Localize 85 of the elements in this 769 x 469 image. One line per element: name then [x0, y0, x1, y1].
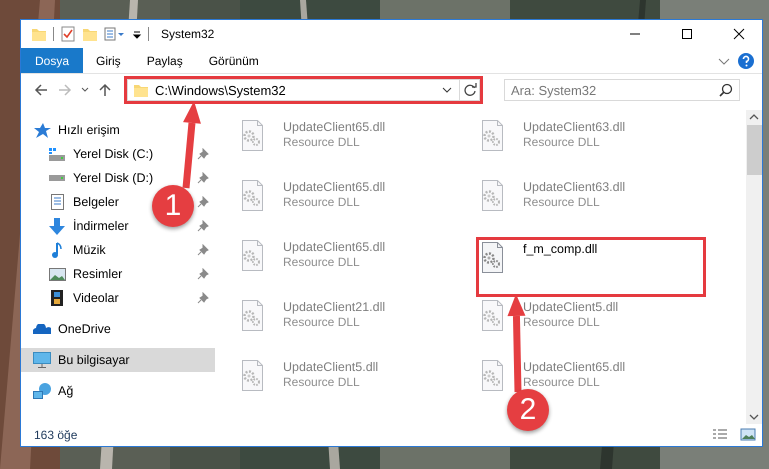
pin-icon[interactable] [197, 172, 209, 184]
ribbon-tab[interactable]: Dosya [21, 48, 84, 73]
star-icon [34, 122, 50, 138]
pin-icon[interactable] [197, 244, 209, 256]
file-name[interactable]: UpdateClient63.dll [523, 180, 626, 195]
file-type: Resource DLL [523, 315, 600, 330]
file-gear-icon[interactable] [242, 240, 263, 271]
item-count: 163 öğe [34, 428, 78, 442]
up-button[interactable] [97, 82, 113, 98]
search-icon[interactable] [719, 83, 733, 97]
forward-button[interactable] [57, 82, 73, 98]
file-type: Resource DLL [523, 195, 600, 210]
download-arrow-icon [49, 218, 65, 234]
folder-icon [133, 82, 149, 98]
pin-icon[interactable] [197, 292, 209, 304]
file-name[interactable]: f_m_comp.dll [523, 242, 598, 257]
maximize-icon [681, 28, 693, 40]
sidebar-item[interactable]: OneDrive [58, 322, 111, 336]
network-icon [33, 383, 51, 399]
file-gear-icon[interactable] [482, 300, 503, 331]
file-name[interactable]: UpdateClient21.dll [283, 300, 386, 315]
scroll-thumb[interactable] [746, 125, 762, 175]
sidebar-item[interactable]: Yerel Disk (C:) [73, 147, 154, 161]
file-name[interactable]: UpdateClient65.dll [523, 360, 626, 375]
file-type: Resource DLL [283, 255, 360, 270]
help-icon[interactable] [738, 52, 754, 68]
sidebar-item[interactable]: Hızlı erişim [58, 123, 120, 137]
file-gear-icon[interactable] [242, 300, 263, 331]
file-type: Resource DLL [523, 135, 600, 150]
file-gear-icon[interactable] [482, 242, 503, 273]
sidebar-item[interactable]: Ağ [58, 384, 74, 398]
address-field[interactable]: C:\Windows\System32 [127, 79, 480, 101]
file-name[interactable]: UpdateClient5.dll [523, 300, 618, 315]
file-name[interactable]: UpdateClient65.dll [283, 240, 386, 255]
file-gear-icon[interactable] [482, 180, 503, 211]
pin-icon[interactable] [197, 268, 209, 280]
sidebar-item[interactable]: Resimler [73, 267, 122, 281]
film-icon [51, 290, 63, 306]
pin-icon[interactable] [197, 196, 209, 208]
document-icon [50, 194, 64, 210]
monitor-icon [33, 352, 51, 368]
file-name[interactable]: UpdateClient65.dll [283, 120, 386, 135]
drive-icon [49, 148, 65, 160]
sidebar-item[interactable]: Müzik [73, 243, 106, 257]
file-gear-icon[interactable] [242, 120, 263, 151]
ribbon-tab[interactable]: Görünüm [196, 48, 272, 73]
scrollbar[interactable] [746, 110, 762, 424]
file-gear-icon[interactable] [242, 360, 263, 391]
file-name[interactable]: UpdateClient5.dll [283, 360, 378, 375]
ribbon-tab[interactable]: Paylaş [134, 48, 196, 73]
pin-icon[interactable] [197, 148, 209, 160]
refresh-button[interactable] [459, 80, 479, 100]
back-icon [33, 82, 49, 98]
pin-icon[interactable] [197, 220, 209, 232]
file-type: Resource DLL [283, 135, 360, 150]
cloud-icon [33, 324, 51, 334]
image-icon [48, 268, 66, 280]
file-type: Resource DLL [283, 315, 360, 330]
address-path: C:\Windows\System32 [155, 82, 286, 98]
back-button[interactable] [33, 82, 49, 98]
sidebar-item[interactable]: Bu bilgisayar [21, 348, 215, 372]
file-type: Resource DLL [283, 375, 360, 390]
file-type: Resource DLL [523, 375, 600, 390]
refresh-icon [462, 83, 476, 97]
sidebar-item[interactable]: Yerel Disk (D:) [73, 171, 154, 185]
forward-icon [57, 82, 73, 98]
sidebar-item[interactable]: Videolar [73, 291, 119, 305]
ribbon-tab[interactable]: Giriş [83, 48, 134, 73]
file-name[interactable]: UpdateClient63.dll [523, 120, 626, 135]
window-title: System32 [161, 27, 214, 41]
file-gear-icon[interactable] [482, 120, 503, 151]
sidebar-item[interactable]: Belgeler [73, 195, 119, 209]
file-name[interactable]: UpdateClient65.dll [283, 180, 386, 195]
music-note-icon [52, 242, 62, 258]
search-field[interactable]: Ara: System32 [504, 79, 740, 101]
up-icon [97, 82, 113, 98]
close-icon [733, 28, 745, 40]
large-icons-view-icon[interactable] [740, 428, 756, 442]
file-type: Resource DLL [283, 195, 360, 210]
checklist-icon[interactable] [60, 26, 76, 42]
sidebar-item[interactable]: İndirmeler [73, 219, 129, 233]
drive-icon [49, 175, 65, 181]
file-gear-icon[interactable] [482, 360, 503, 391]
properties-icon[interactable] [104, 26, 126, 42]
file-gear-icon[interactable] [242, 180, 263, 211]
